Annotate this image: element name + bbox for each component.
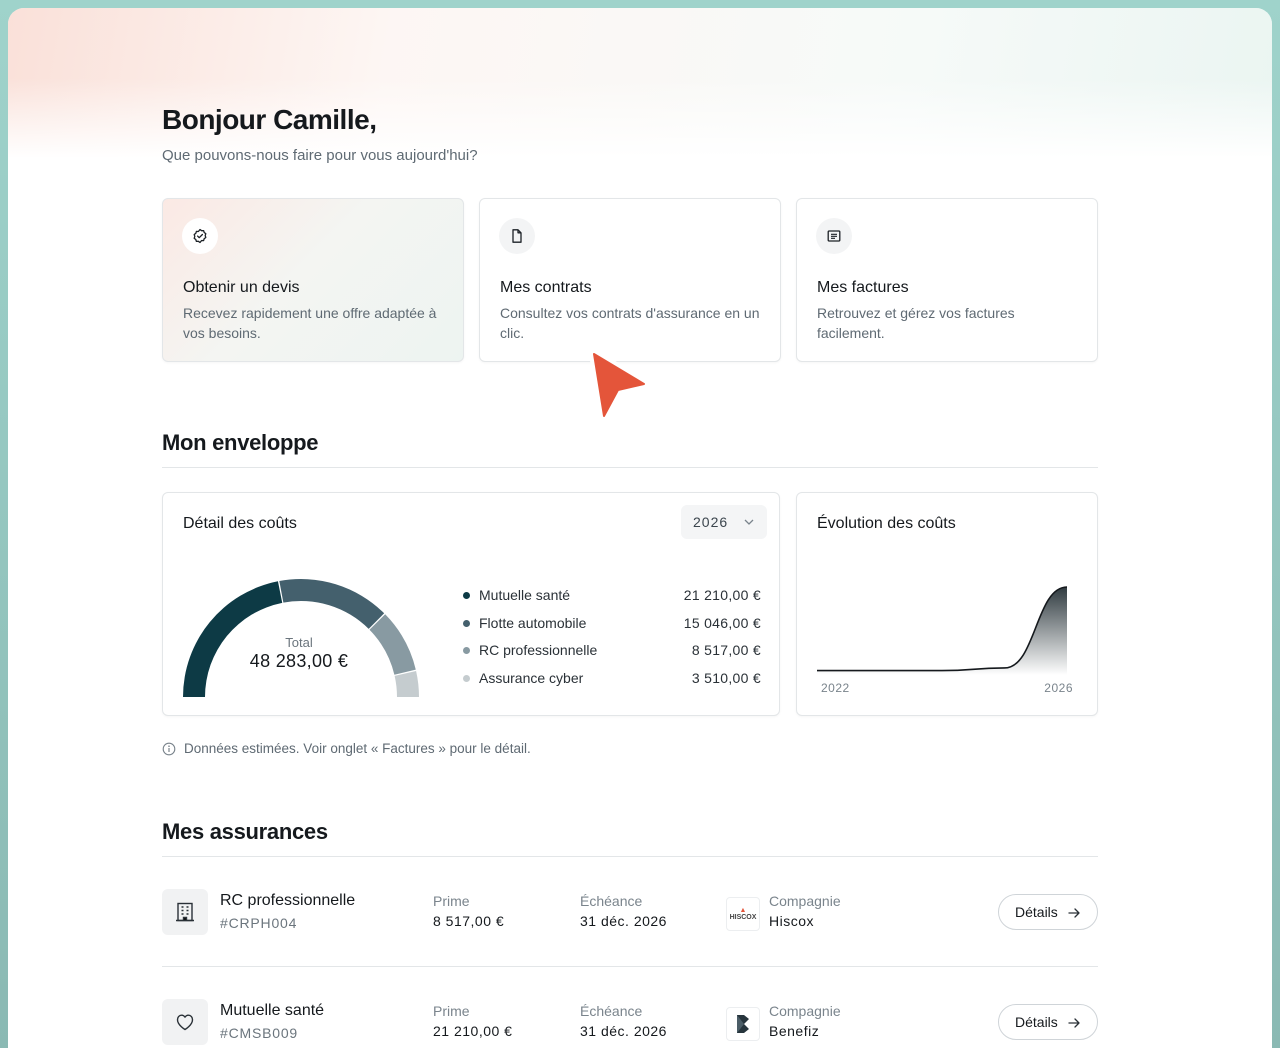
insurance-name: RC professionnelle [220, 892, 356, 909]
legend-item: Flotte automobile 15 046,00 € [463, 613, 761, 641]
legend-value: 3 510,00 € [691, 669, 761, 686]
insurance-row: Mutuelle santé #CMSB009 Prime 21 210,00 … [162, 999, 1098, 1048]
legend-dot [463, 619, 470, 627]
cost-evolution-panel: Évolution des coûts 2022 2026 [796, 492, 1098, 716]
details-button-label: Détails [1015, 1014, 1058, 1030]
info-icon [162, 742, 176, 755]
details-button[interactable]: Détails [998, 894, 1098, 930]
legend-item: Assurance cyber 3 510,00 € [463, 668, 761, 696]
premium-label: Prime [433, 1003, 470, 1019]
quick-action-contracts[interactable]: Mes contrats Consultez vos contrats d'as… [479, 198, 781, 362]
invoice-icon [816, 218, 852, 254]
legend-label: Flotte automobile [479, 614, 587, 631]
donut-total-value: 48 283,00 € [249, 651, 349, 671]
legend-value: 15 046,00 € [683, 614, 761, 631]
estimate-note-text: Données estimées. Voir onglet « Factures… [184, 741, 531, 756]
premium-value: 8 517,00 € [433, 913, 505, 929]
legend-label: RC professionnelle [479, 642, 598, 658]
document-icon [499, 218, 535, 254]
insurance-name: Mutuelle santé [220, 1002, 325, 1019]
insurance-code: #CRPH004 [220, 915, 298, 931]
donut-total-label: Total [285, 635, 313, 650]
quick-action-description: Recevez rapidement une offre adaptée à v… [183, 305, 437, 341]
details-button-label: Détails [1015, 904, 1058, 920]
quick-action-description: Retrouvez et gérez vos factures facileme… [817, 305, 1015, 341]
year-select[interactable]: 2026 [681, 505, 767, 539]
cost-legend: Mutuelle santé 21 210,00 € Flotte automobi… [463, 585, 761, 695]
due-value: 31 déc. 2026 [580, 1023, 667, 1039]
premium-label: Prime [433, 893, 470, 909]
panel-title: Évolution des coûts [817, 515, 956, 532]
company-label: Compagnie [769, 1003, 841, 1019]
x-axis-label-start: 2022 [821, 681, 850, 695]
legend-value: 8 517,00 € [691, 642, 761, 658]
due-label: Échéance [580, 1003, 643, 1019]
app-window: Bonjour Camille, Que pouvons-nous faire … [8, 8, 1272, 1048]
year-select-value: 2026 [693, 514, 729, 530]
legend-label: Assurance cyber [479, 669, 584, 686]
due-value: 31 déc. 2026 [580, 913, 667, 929]
panel-title: Détail des coûts [183, 515, 297, 532]
arrow-right-icon [1068, 1018, 1080, 1028]
legend-item: Mutuelle santé 21 210,00 € [463, 585, 761, 613]
divider [162, 966, 1098, 967]
company-value: Benefiz [769, 1023, 820, 1039]
estimate-note: Données estimées. Voir onglet « Factures… [162, 741, 531, 756]
section-title-insurances: Mes assurances [162, 819, 328, 844]
insurance-code: #CMSB009 [220, 1025, 298, 1041]
hiscox-logo: ▲ HISCOX [726, 897, 760, 931]
divider [162, 467, 1098, 468]
arrow-right-icon [1068, 908, 1080, 918]
due-label: Échéance [580, 893, 643, 909]
legend-dot [463, 592, 470, 599]
benefiz-logo [726, 1007, 760, 1041]
quick-action-quote[interactable]: Obtenir un devis Recevez rapidement une … [162, 198, 464, 362]
legend-label: Mutuelle santé [479, 587, 571, 603]
quick-action-title: Mes factures [817, 279, 909, 296]
evolution-area [817, 587, 1067, 675]
heart-icon [162, 999, 208, 1045]
quick-actions: Obtenir un devis Recevez rapidement une … [162, 198, 1098, 362]
quick-action-invoices[interactable]: Mes factures Retrouvez et gérez vos fact… [796, 198, 1098, 362]
company-label: Compagnie [769, 893, 841, 909]
logo-text: HISCOX [729, 914, 757, 921]
badge-check-icon [182, 218, 218, 254]
section-title-envelope: Mon enveloppe [162, 430, 319, 455]
mouse-pointer-icon [589, 349, 649, 421]
legend-item: RC professionnelle 8 517,00 € [463, 640, 761, 668]
page-subtitle: Que pouvons-nous faire pour vous aujourd… [162, 147, 478, 164]
legend-dot [463, 647, 470, 654]
donut-slice-flotte-automobile [279, 579, 385, 629]
chevron-down-icon [744, 519, 754, 525]
legend-value: 21 210,00 € [683, 587, 761, 603]
legend-dot [463, 674, 470, 682]
donut-slice-assurance-cyber [394, 670, 419, 697]
company-value: Hiscox [769, 913, 815, 929]
quick-action-title: Obtenir un devis [183, 279, 300, 296]
quick-action-description: Consultez vos contrats d'assurance en un… [500, 305, 760, 341]
details-button[interactable]: Détails [998, 1004, 1098, 1040]
quick-action-title: Mes contrats [500, 279, 592, 296]
cost-detail-panel: Détail des coûts 2026 Total 48 283,00 € … [162, 492, 780, 716]
x-axis-label-end: 2026 [1044, 681, 1073, 695]
cost-evolution-chart [817, 586, 1068, 675]
building-icon [162, 889, 208, 935]
page-title: Bonjour Camille, [162, 104, 377, 135]
divider [162, 856, 1098, 857]
premium-value: 21 210,00 € [433, 1023, 513, 1039]
